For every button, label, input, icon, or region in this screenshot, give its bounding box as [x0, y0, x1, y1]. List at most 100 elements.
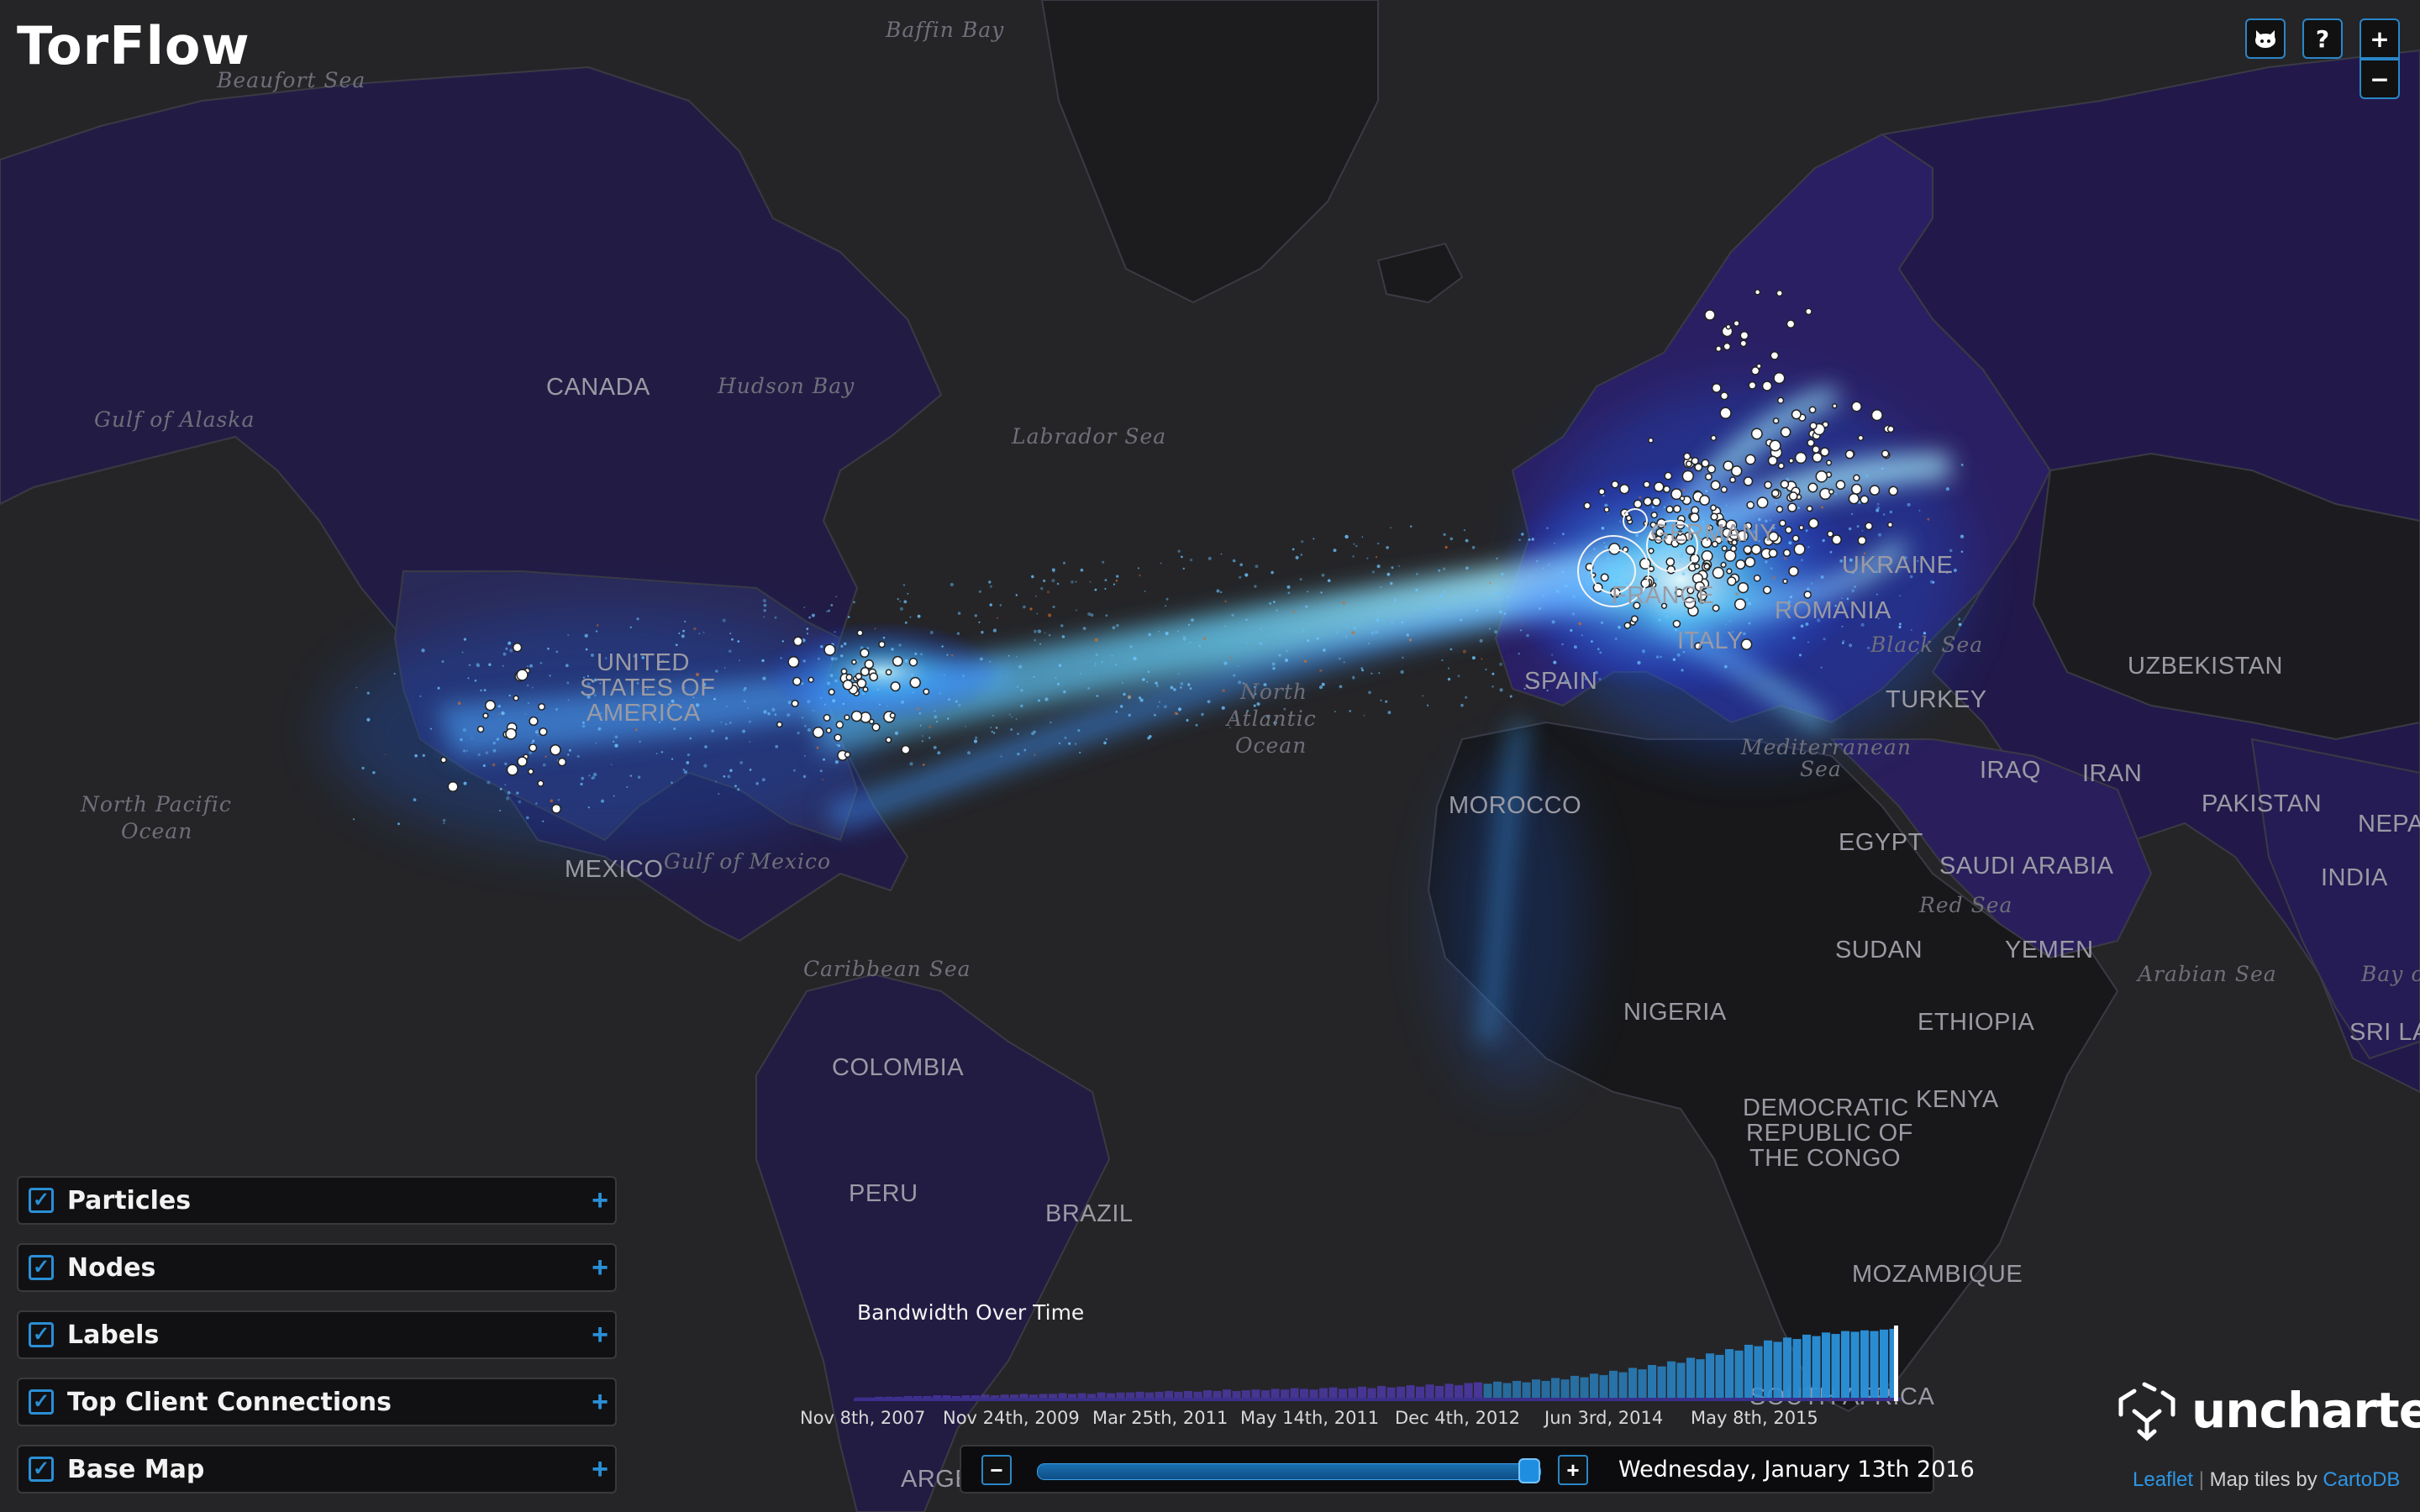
relay-node[interactable]	[1886, 425, 1895, 433]
histogram-bar[interactable]	[1754, 1346, 1763, 1401]
relay-node[interactable]	[1782, 549, 1791, 557]
relay-node[interactable]	[1835, 480, 1846, 491]
relay-node[interactable]	[1857, 434, 1865, 442]
layer-checkbox[interactable]: ✓	[29, 1322, 54, 1347]
slider-step-forward-button[interactable]: +	[1558, 1455, 1588, 1485]
relay-node[interactable]	[1746, 501, 1755, 510]
relay-node[interactable]	[447, 780, 459, 793]
relay-node[interactable]	[1598, 488, 1606, 496]
relay-node[interactable]	[855, 672, 863, 680]
relay-node[interactable]	[1701, 459, 1710, 468]
relay-node[interactable]	[1737, 581, 1749, 594]
relay-node[interactable]	[1665, 557, 1676, 567]
relay-node[interactable]	[812, 727, 824, 738]
relay-node[interactable]	[1770, 350, 1780, 360]
relay-node[interactable]	[1712, 566, 1725, 580]
relay-node[interactable]	[1651, 496, 1661, 507]
relay-node[interactable]	[1888, 486, 1899, 496]
relay-node[interactable]	[1768, 549, 1778, 559]
relay-node[interactable]	[1772, 417, 1780, 424]
slider-track[interactable]	[1037, 1463, 1541, 1480]
relay-node[interactable]	[823, 643, 836, 656]
relay-node[interactable]	[1603, 507, 1610, 513]
relay-node[interactable]	[1788, 458, 1795, 464]
relay-node[interactable]	[1727, 576, 1737, 586]
histogram-bar[interactable]	[1609, 1370, 1618, 1401]
relay-node[interactable]	[513, 695, 519, 701]
relay-node[interactable]	[1699, 495, 1711, 506]
relay-node[interactable]	[856, 678, 867, 689]
github-button[interactable]	[2245, 18, 2286, 59]
histogram-bar[interactable]	[1638, 1369, 1647, 1401]
relay-node[interactable]	[1704, 473, 1712, 481]
histogram-bar[interactable]	[1812, 1336, 1821, 1401]
relay-node[interactable]	[1666, 564, 1676, 575]
relay-node[interactable]	[1807, 517, 1819, 529]
relay-node[interactable]	[1756, 496, 1769, 509]
relay-node[interactable]	[871, 722, 881, 732]
relay-node[interactable]	[476, 725, 485, 733]
relay-node[interactable]	[844, 751, 851, 759]
relay-node[interactable]	[1798, 524, 1805, 531]
relay-node[interactable]	[1710, 480, 1721, 491]
relay-node[interactable]	[538, 702, 546, 711]
relay-node[interactable]	[1672, 619, 1681, 628]
relay-node[interactable]	[506, 764, 518, 776]
relay-node[interactable]	[1780, 427, 1791, 438]
relay-node[interactable]	[537, 780, 544, 787]
relay-node[interactable]	[1694, 563, 1701, 570]
relay-node[interactable]	[869, 672, 879, 682]
relay-node[interactable]	[505, 727, 518, 740]
help-button[interactable]: ?	[2302, 18, 2343, 59]
relay-node[interactable]	[1870, 409, 1883, 422]
relay-node[interactable]	[529, 716, 539, 727]
relay-node[interactable]	[1848, 493, 1860, 505]
relay-node[interactable]	[529, 743, 538, 753]
relay-node[interactable]	[551, 803, 562, 814]
relay-node[interactable]	[1711, 382, 1722, 393]
layer-checkbox[interactable]: ✓	[29, 1255, 54, 1280]
histogram-bar[interactable]	[1802, 1334, 1812, 1401]
relay-node[interactable]	[1782, 578, 1788, 585]
relay-node[interactable]	[1770, 489, 1780, 498]
layer-checkbox[interactable]: ✓	[29, 1188, 54, 1213]
relay-node[interactable]	[1794, 451, 1807, 465]
relay-node[interactable]	[1780, 480, 1790, 489]
relay-node[interactable]	[787, 656, 800, 668]
relay-node[interactable]	[1720, 486, 1728, 493]
relay-node[interactable]	[1844, 449, 1854, 459]
relay-node[interactable]	[1743, 476, 1754, 486]
relay-node[interactable]	[1865, 522, 1874, 531]
relay-node[interactable]	[1851, 401, 1862, 412]
relay-node[interactable]	[1831, 534, 1842, 545]
histogram-bar[interactable]	[1715, 1354, 1724, 1401]
relay-node[interactable]	[1619, 484, 1630, 495]
layer-toggle-nodes[interactable]: ✓ Nodes +	[17, 1243, 617, 1292]
relay-node[interactable]	[1650, 511, 1658, 519]
relay-node[interactable]	[1753, 574, 1761, 582]
relay-node[interactable]	[1785, 526, 1793, 534]
relay-node[interactable]	[834, 733, 842, 742]
relay-node[interactable]	[516, 669, 529, 681]
relay-node[interactable]	[1773, 372, 1786, 385]
relay-node[interactable]	[1812, 445, 1820, 454]
relay-node[interactable]	[1720, 391, 1729, 401]
layer-checkbox[interactable]: ✓	[29, 1389, 54, 1415]
relay-node[interactable]	[482, 712, 489, 719]
relay-node[interactable]	[1739, 331, 1749, 340]
layer-toggle-base-map[interactable]: ✓ Base Map +	[17, 1445, 617, 1494]
leaflet-link[interactable]: Leaflet	[2133, 1468, 2193, 1491]
expand-icon[interactable]: +	[592, 1319, 608, 1352]
zoom-out-button[interactable]: −	[2360, 59, 2400, 99]
relay-node[interactable]	[1739, 339, 1748, 348]
relay-node[interactable]	[1729, 476, 1736, 484]
relay-node[interactable]	[1881, 449, 1890, 458]
relay-node[interactable]	[1704, 309, 1716, 321]
relay-node[interactable]	[1807, 482, 1818, 493]
relay-node[interactable]	[908, 657, 918, 667]
relay-node[interactable]	[1685, 544, 1696, 555]
histogram-bar[interactable]	[1657, 1366, 1666, 1401]
histogram-bar[interactable]	[1667, 1361, 1676, 1401]
relay-node[interactable]	[923, 688, 930, 696]
relay-node[interactable]	[1600, 573, 1609, 582]
